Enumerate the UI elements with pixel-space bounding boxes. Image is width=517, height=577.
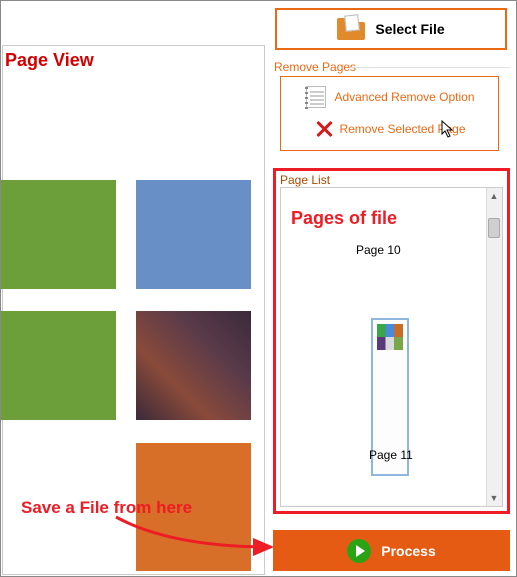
x-icon (315, 120, 333, 138)
scroll-up-icon[interactable]: ▲ (486, 188, 502, 204)
remove-selected-label: Remove Selected Page (339, 122, 465, 136)
page-list-title: Page List (280, 173, 330, 187)
page-list-box: Page List Pages of file Page 10 Page 11 … (273, 168, 510, 514)
thumbnail-image (377, 324, 403, 350)
preview-tile (1, 180, 116, 289)
scroll-down-icon[interactable]: ▼ (486, 490, 502, 506)
select-file-label: Select File (375, 21, 444, 37)
preview-tile (136, 180, 251, 289)
advanced-remove-button[interactable]: Advanced Remove Option (293, 83, 488, 111)
divider (350, 67, 510, 68)
right-pane: Select File Remove Pages Advanced Remove… (266, 2, 517, 577)
folder-icon (337, 18, 365, 40)
select-file-button[interactable]: Select File (275, 8, 507, 50)
remove-selected-page-button[interactable]: Remove Selected Page (293, 115, 488, 143)
process-label: Process (381, 543, 435, 559)
page-list-item-label[interactable]: Page 10 (356, 243, 401, 257)
page-list-item-label[interactable]: Page 11 (369, 448, 413, 462)
notepad-icon (306, 86, 326, 108)
preview-tile (1, 311, 116, 420)
scrollbar-thumb[interactable] (488, 218, 500, 238)
annotation-page-view: Page View (5, 50, 94, 71)
preview-tile (136, 311, 251, 420)
annotation-save-file: Save a File from here (21, 498, 192, 518)
remove-pages-box: Advanced Remove Option Remove Selected P… (280, 76, 499, 151)
page-list-inner[interactable]: Pages of file Page 10 Page 11 ▲ ▼ (280, 187, 503, 507)
app-frame: Page View Select File Remove Pages Advan… (0, 0, 517, 577)
process-button[interactable]: Process (273, 530, 510, 571)
remove-pages-section-label: Remove Pages (274, 60, 356, 74)
annotation-pages-of-file: Pages of file (291, 208, 397, 229)
advanced-remove-label: Advanced Remove Option (334, 90, 474, 104)
play-icon (347, 539, 371, 563)
scrollbar-track[interactable]: ▲ ▼ (486, 188, 502, 506)
